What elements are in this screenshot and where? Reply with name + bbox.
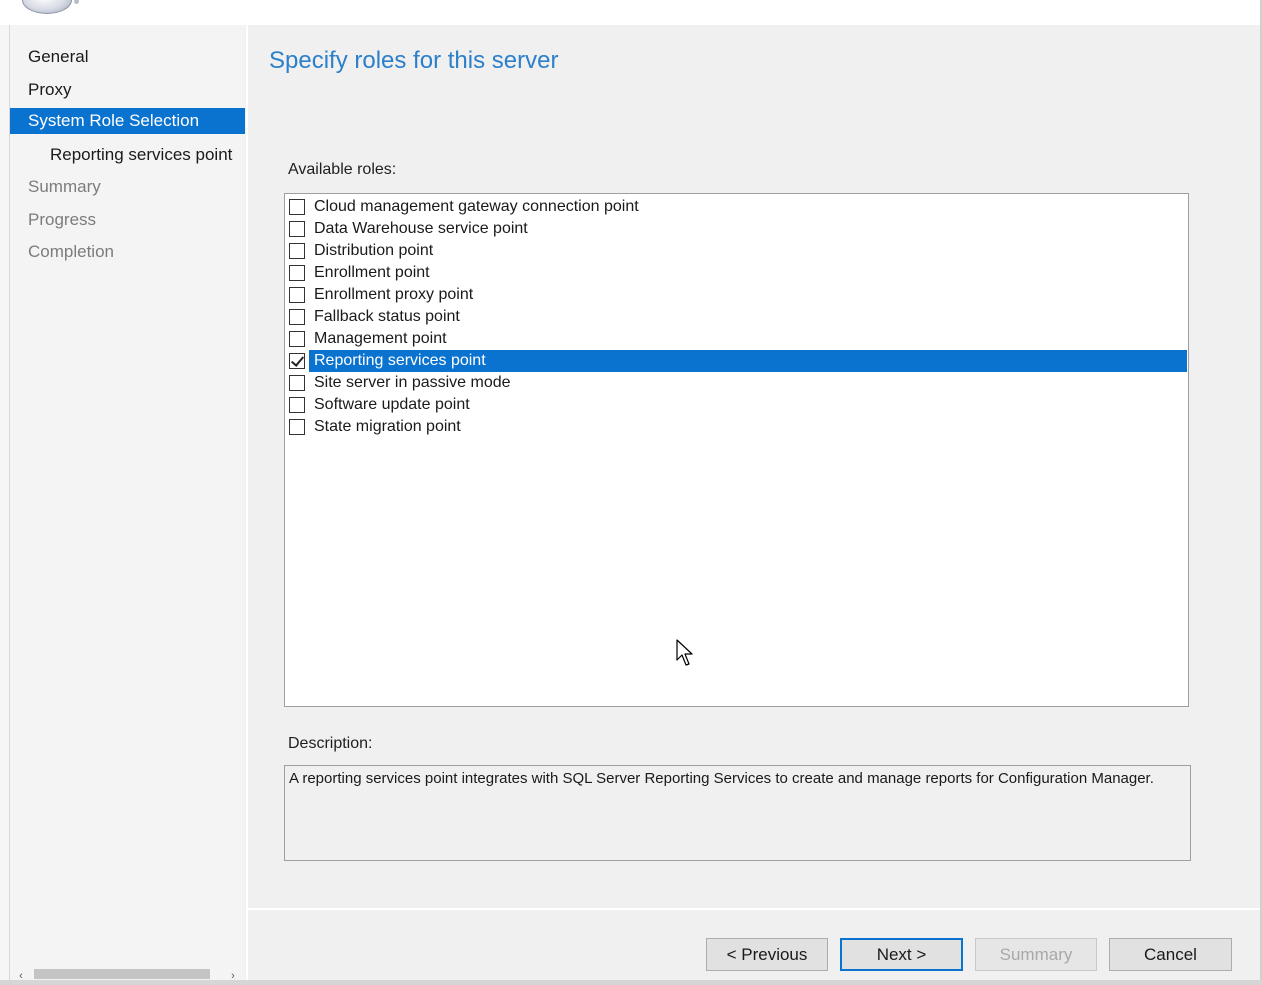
cancel-button[interactable]: Cancel xyxy=(1109,938,1232,971)
role-row-fallback-status-point[interactable]: Fallback status point xyxy=(287,306,1187,328)
sidebar-item-progress: Progress xyxy=(28,210,97,229)
role-checkbox[interactable] xyxy=(289,265,305,281)
wizard-sidebar: General Proxy System Role Selection Repo… xyxy=(10,25,245,968)
role-checkbox[interactable] xyxy=(289,287,305,303)
role-row-software-update-point[interactable]: Software update point xyxy=(287,394,1187,416)
role-checkbox[interactable] xyxy=(289,199,305,215)
role-checkbox[interactable] xyxy=(289,309,305,325)
role-checkbox[interactable] xyxy=(289,397,305,413)
next-button[interactable]: Next > xyxy=(840,938,963,971)
role-row-state-migration-point[interactable]: State migration point xyxy=(287,416,1187,438)
role-row-reporting-services-point[interactable]: Reporting services point xyxy=(287,350,1187,372)
role-label[interactable]: State migration point xyxy=(309,416,1187,438)
role-row-site-server-passive[interactable]: Site server in passive mode xyxy=(287,372,1187,394)
role-row-data-warehouse[interactable]: Data Warehouse service point xyxy=(287,218,1187,240)
role-row-distribution-point[interactable]: Distribution point xyxy=(287,240,1187,262)
summary-button: Summary xyxy=(975,938,1097,971)
role-checkbox[interactable] xyxy=(289,331,305,347)
sidebar-item-completion: Completion xyxy=(28,242,114,261)
role-checkbox[interactable] xyxy=(289,375,305,391)
window-bottom-band xyxy=(0,980,1262,985)
app-logo-icon xyxy=(22,0,72,14)
logo-dot-icon xyxy=(74,0,79,4)
role-label[interactable]: Management point xyxy=(309,328,1187,350)
role-row-enrollment-point[interactable]: Enrollment point xyxy=(287,262,1187,284)
description-label: Description: xyxy=(288,735,373,752)
sidebar-item-system-role-selection[interactable]: System Role Selection xyxy=(10,108,245,134)
role-checkbox[interactable] xyxy=(289,221,305,237)
available-roles-list[interactable]: Cloud management gateway connection poin… xyxy=(284,193,1189,707)
description-box: A reporting services point integrates wi… xyxy=(284,765,1191,861)
role-row-enrollment-proxy-point[interactable]: Enrollment proxy point xyxy=(287,284,1187,306)
page-title: Specify roles for this server xyxy=(269,47,559,74)
role-label[interactable]: Software update point xyxy=(309,394,1187,416)
role-checkbox-checked[interactable] xyxy=(289,353,305,369)
role-label[interactable]: Distribution point xyxy=(309,240,1187,262)
role-row-management-point[interactable]: Management point xyxy=(287,328,1187,350)
wizard-main-panel: Specify roles for this server Available … xyxy=(248,25,1260,908)
sidebar-item-proxy[interactable]: Proxy xyxy=(10,77,245,103)
sidebar-item-reporting-services-point[interactable]: Reporting services point xyxy=(10,142,245,168)
wizard-footer: < Previous Next > Summary Cancel xyxy=(248,910,1260,980)
role-checkbox[interactable] xyxy=(289,243,305,259)
role-checkbox[interactable] xyxy=(289,419,305,435)
role-label[interactable]: Enrollment point xyxy=(309,262,1187,284)
available-roles-label: Available roles: xyxy=(288,161,397,178)
role-label[interactable]: Cloud management gateway connection poin… xyxy=(309,196,1187,218)
window-top-band xyxy=(0,0,1262,25)
role-label[interactable]: Enrollment proxy point xyxy=(309,284,1187,306)
role-label[interactable]: Data Warehouse service point xyxy=(309,218,1187,240)
sidebar-item-summary: Summary xyxy=(28,177,101,196)
scrollbar-thumb[interactable] xyxy=(34,969,210,979)
role-label[interactable]: Reporting services point xyxy=(309,350,1187,372)
sidebar-item-general[interactable]: General xyxy=(10,44,245,70)
role-row-cloud-management-gateway[interactable]: Cloud management gateway connection poin… xyxy=(287,196,1187,218)
previous-button[interactable]: < Previous xyxy=(706,938,828,971)
mouse-pointer-icon xyxy=(676,639,693,666)
role-label[interactable]: Site server in passive mode xyxy=(309,372,1187,394)
role-label[interactable]: Fallback status point xyxy=(309,306,1187,328)
left-window-edge xyxy=(0,25,10,985)
